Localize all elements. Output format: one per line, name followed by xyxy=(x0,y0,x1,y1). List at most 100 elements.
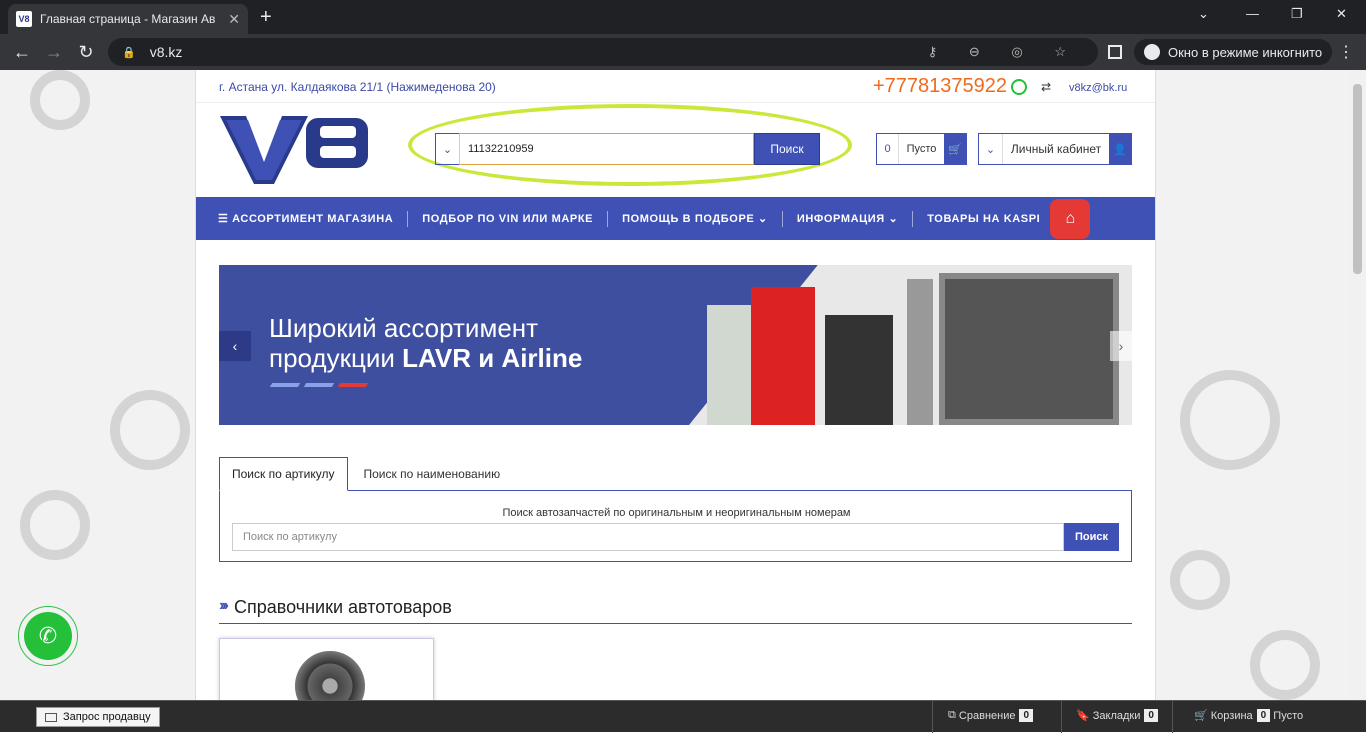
carousel-prev-icon[interactable]: ‹ xyxy=(219,331,251,361)
tab-article-search[interactable]: Поиск по артикулу xyxy=(219,457,348,491)
banner-title-line1: Широкий ассортимент xyxy=(269,313,539,343)
scrollbar-thumb[interactable] xyxy=(1353,84,1362,274)
banner-title-line2: продукции LAVR и Airline xyxy=(269,343,583,373)
whatsapp-icon: ✆ xyxy=(24,612,72,660)
background-gear-icon xyxy=(1170,550,1230,610)
promo-banner[interactable]: Широкий ассортимент продукции LAVR и Air… xyxy=(219,265,1132,425)
article-search-panel: Поиск автозапчастей по оригинальным и не… xyxy=(219,490,1132,562)
article-search-button[interactable]: Поиск xyxy=(1064,523,1119,551)
chevron-down-icon: ⌄ xyxy=(758,212,768,225)
tab-search-chevron-icon[interactable]: ⌄ xyxy=(1198,6,1209,22)
site-logo[interactable] xyxy=(220,112,370,186)
nav-vin-search[interactable]: ПОДБОР ПО VIN ИЛИ МАРКЕ xyxy=(408,210,609,227)
brake-disc-image xyxy=(295,651,365,700)
background-steering-icon xyxy=(110,390,190,470)
swap-icon[interactable]: ⇄ xyxy=(1041,80,1051,94)
article-search-input[interactable]: Поиск по артикулу xyxy=(232,523,1064,551)
phone-number[interactable]: +77781375922 xyxy=(873,75,1007,98)
section-title: Справочники автотоваров xyxy=(233,597,452,617)
background-gear-icon xyxy=(20,490,90,560)
message-icon xyxy=(45,712,57,722)
header-cart[interactable]: 0 Пусто 🛒 xyxy=(876,133,967,165)
nav-catalog[interactable]: ☰ АССОРТИМЕНТ МАГАЗИНА xyxy=(218,210,409,227)
section-heading: ››› Справочники автотоваров xyxy=(219,597,1132,624)
account-menu[interactable]: ⌄ Личный кабинет 👤 xyxy=(978,133,1132,165)
cart-icon: 🛒 xyxy=(1194,710,1208,722)
incognito-indicator[interactable]: Окно в режиме инкогнито xyxy=(1108,39,1333,65)
carousel-next-icon[interactable]: › xyxy=(1110,331,1132,361)
browser-tab[interactable]: V8 Главная страница - Магазин Ав ✕ xyxy=(8,4,248,34)
reload-icon[interactable]: ↻ xyxy=(70,42,102,63)
close-tab-icon[interactable]: ✕ xyxy=(228,11,240,28)
whatsapp-float-button[interactable]: ✆ xyxy=(18,606,78,666)
divider xyxy=(1061,701,1062,733)
tab-name-search[interactable]: Поиск по наименованию xyxy=(348,457,517,490)
nav-help[interactable]: ПОМОЩЬ В ПОДБОРЕ ⌄ xyxy=(608,210,783,227)
incognito-icon xyxy=(1144,44,1160,60)
bookmarks-button[interactable]: 🔖 Закладки 0 xyxy=(1076,709,1158,722)
lock-icon[interactable]: 🔒 xyxy=(122,46,136,59)
product-image xyxy=(907,279,933,425)
compare-button[interactable]: ⧉ Сравнение 0 xyxy=(948,709,1034,722)
seller-request-button[interactable]: Запрос продавцу xyxy=(36,707,160,727)
divider xyxy=(932,701,933,733)
contact-bar: г. Астана ул. Калдаякова 21/1 (Нажимеден… xyxy=(196,70,1155,103)
banner-stripes xyxy=(269,383,369,387)
site-favicon: V8 xyxy=(16,11,32,27)
nav-help-label: ПОМОЩЬ В ПОДБОРЕ xyxy=(622,212,755,225)
omnibox-action-icons[interactable]: ⚷ ⊖ ◎ ☆ xyxy=(928,44,1080,60)
new-tab-icon[interactable]: + xyxy=(260,6,272,29)
site-page: г. Астана ул. Калдаякова 21/1 (Нажимеден… xyxy=(195,70,1156,700)
chevron-down-icon[interactable]: ⌄ xyxy=(979,134,1003,164)
user-icon: 👤 xyxy=(1109,134,1131,164)
whatsapp-icon[interactable] xyxy=(1011,79,1027,95)
browser-menu-icon[interactable]: ⋮ xyxy=(1338,42,1354,62)
kaspi-logo-icon[interactable]: ⌂ xyxy=(1050,198,1091,239)
product-image xyxy=(707,305,753,425)
nav-info-label: ИНФОРМАЦИЯ xyxy=(796,212,885,225)
incognito-label: Окно в режиме инкогнито xyxy=(1168,44,1323,60)
seller-request-label: Запрос продавцу xyxy=(63,711,151,723)
nav-info[interactable]: ИНФОРМАЦИЯ ⌄ xyxy=(783,210,914,227)
browser-toolbar: ← → ↻ 🔒 v8.kz ⚷ ⊖ ◎ ☆ Окно в режиме инко… xyxy=(0,34,1366,70)
header-search: ⌄ 11132210959 Поиск xyxy=(435,133,820,165)
search-tabs: Поиск по артикулу Поиск по наименованию xyxy=(219,457,517,491)
nav-catalog-label: АССОРТИМЕНТ МАГАЗИНА xyxy=(232,212,394,225)
header-search-button[interactable]: Поиск xyxy=(754,133,820,165)
email-link[interactable]: v8kz@bk.ru xyxy=(1069,82,1127,94)
hamburger-icon: ☰ xyxy=(218,212,233,225)
browser-tab-strip: V8 Главная страница - Магазин Ав ✕ + ⌄ —… xyxy=(0,0,1366,34)
search-mode-chevron-icon[interactable]: ⌄ xyxy=(435,133,459,165)
address-bar[interactable]: 🔒 v8.kz ⚷ ⊖ ◎ ☆ xyxy=(108,38,1098,66)
restore-icon[interactable]: ❐ xyxy=(1291,6,1303,22)
background-gauge-icon xyxy=(1250,630,1320,700)
back-icon[interactable]: ← xyxy=(6,42,38,63)
bottom-cart-status: Пусто xyxy=(1273,709,1304,722)
product-image xyxy=(751,287,815,425)
background-gear-icon xyxy=(30,70,90,130)
account-label: Личный кабинет xyxy=(1010,142,1102,156)
store-address[interactable]: г. Астана ул. Калдаякова 21/1 (Нажимеден… xyxy=(219,80,496,94)
tab-title: Главная страница - Магазин Ав xyxy=(40,12,216,26)
arrows-icon: ››› xyxy=(219,597,229,614)
header-search-input[interactable]: 11132210959 xyxy=(459,133,754,165)
bookmarks-count: 0 xyxy=(1144,709,1158,722)
divider xyxy=(1172,701,1173,733)
page-scrollbar[interactable] xyxy=(1349,70,1366,700)
side-panel-icon[interactable] xyxy=(1108,45,1122,59)
product-image xyxy=(939,273,1119,425)
minimize-icon[interactable]: — xyxy=(1246,6,1259,21)
catalog-card[interactable] xyxy=(219,638,434,700)
bottom-cart-button[interactable]: 🛒 Корзина 0 Пусто xyxy=(1194,709,1303,722)
forward-icon[interactable]: → xyxy=(38,42,70,63)
main-nav: ☰ АССОРТИМЕНТ МАГАЗИНА ПОДБОР ПО VIN ИЛИ… xyxy=(196,197,1155,240)
bookmark-icon: 🔖 xyxy=(1076,710,1090,722)
nav-kaspi[interactable]: ТОВАРЫ НА KASPI xyxy=(913,211,1054,227)
window-close-icon[interactable]: ✕ xyxy=(1336,6,1347,22)
page-viewport: г. Астана ул. Калдаякова 21/1 (Нажимеден… xyxy=(0,70,1366,700)
url-text: v8.kz xyxy=(149,44,183,60)
cart-icon: 🛒 xyxy=(944,134,966,164)
cart-count: 0 xyxy=(877,134,899,164)
bottom-cart-count: 0 xyxy=(1256,709,1271,722)
product-image xyxy=(825,315,893,425)
